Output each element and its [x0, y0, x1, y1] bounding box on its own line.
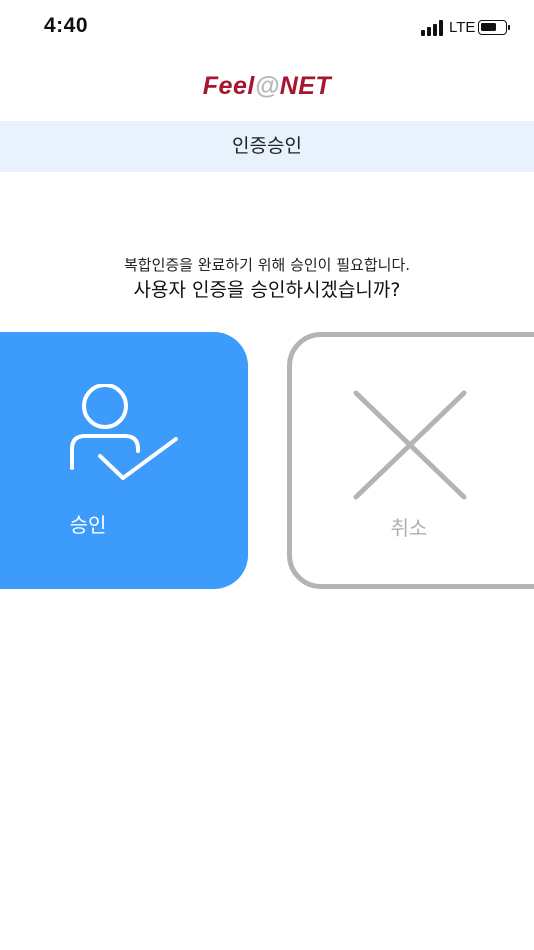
approve-button[interactable]: 승인	[0, 332, 248, 589]
battery-tip	[508, 25, 510, 30]
close-icon	[353, 390, 467, 500]
network-type: LTE	[449, 19, 476, 36]
battery-level	[481, 23, 497, 31]
logo-text-at: @	[254, 72, 280, 100]
approve-label: 승인	[69, 513, 107, 537]
title-band: 인증승인	[0, 121, 534, 172]
battery-icon	[478, 20, 507, 35]
message-description: 복합인증을 완료하기 위해 승인이 필요합니다.	[123, 256, 411, 274]
feelnet-logo: Feel@NET	[0, 72, 534, 101]
page-title: 인증승인	[232, 135, 302, 157]
signal-strength-icon	[421, 20, 447, 36]
status-bar: 4:40 LTE	[0, 0, 534, 58]
logo-text-feel: Feel	[202, 72, 255, 100]
cancel-button[interactable]: 취소	[287, 332, 534, 589]
logo-text-net: NET	[279, 72, 332, 100]
cancel-label: 취소	[390, 516, 428, 540]
message-question: 사용자 인증을 승인하시겠습니까?	[133, 279, 401, 301]
user-check-icon	[70, 384, 178, 480]
status-time: 4:40	[44, 14, 89, 37]
auth-approval-screen: 4:40 LTE Feel@NET 인증승인 복합인증을 완료하기 위해 승인이…	[0, 0, 534, 950]
